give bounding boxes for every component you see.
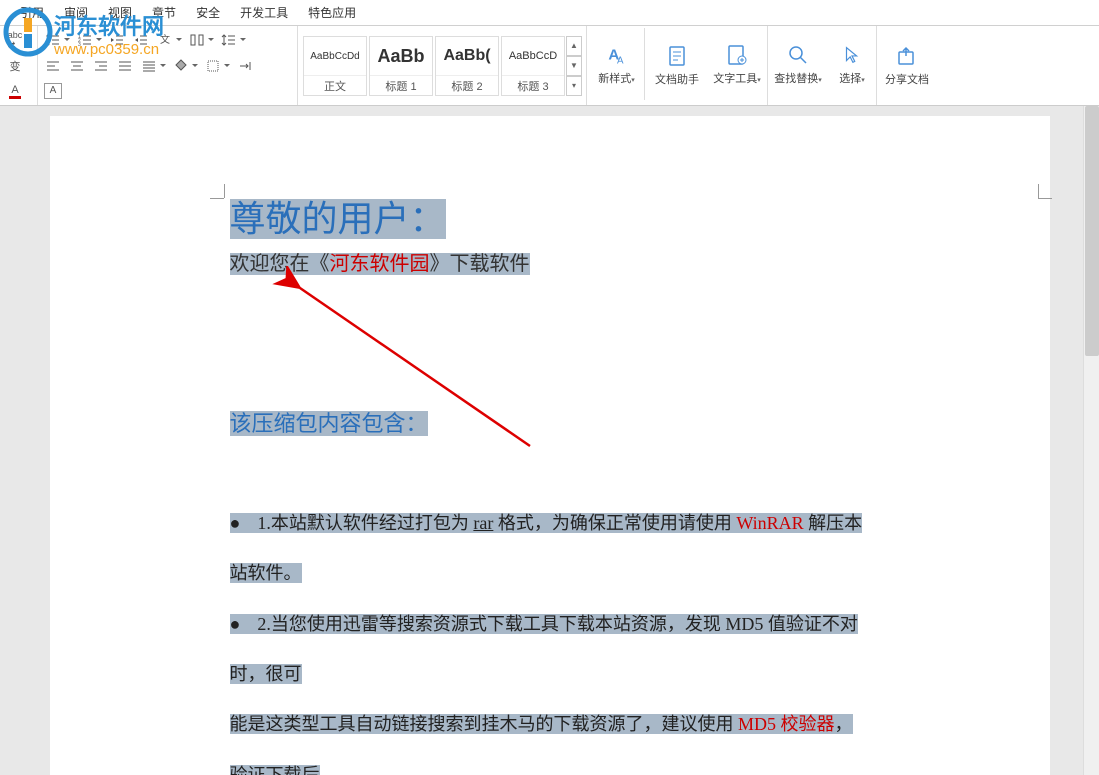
item-2-line1[interactable]: ● 2.当您使用迅雷等搜索资源式下载工具下载本站资源，发现 MD5 值验证不对时…	[230, 599, 870, 700]
new-style-icon: AA	[603, 41, 631, 69]
doc-helper-icon	[663, 42, 691, 70]
align-left-button[interactable]	[42, 55, 64, 77]
ribbon-group-replace: abc⇄ 变 A	[0, 26, 38, 105]
align-center-button[interactable]	[66, 55, 88, 77]
ribbon: abc⇄ 变 A 123 文 A	[0, 26, 1099, 106]
menu-security[interactable]: 安全	[196, 4, 220, 21]
share-icon	[893, 42, 921, 70]
align-right-button[interactable]	[90, 55, 112, 77]
styles-down-button[interactable]: ▼	[566, 56, 582, 76]
share-button[interactable]: 分享文档	[879, 28, 935, 100]
menu-chapter[interactable]: 章节	[152, 4, 176, 21]
text-tools-icon	[723, 41, 751, 69]
margin-mark-tr	[1038, 188, 1058, 208]
menu-reference[interactable]: 引用	[20, 4, 44, 21]
margin-mark-tl	[210, 188, 230, 208]
scroll-thumb[interactable]	[1085, 106, 1099, 356]
style-heading3[interactable]: AaBbCcD 标题 3	[501, 36, 565, 96]
shading-button[interactable]	[170, 55, 192, 77]
char-border-button[interactable]: A	[42, 80, 64, 102]
doc-body[interactable]: ● 1.本站默认软件经过打包为 rar 格式，为确保正常使用请使用 WinRAR…	[230, 498, 870, 775]
doc-welcome[interactable]: 欢迎您在《河东软件园》下载软件	[230, 247, 870, 276]
style-normal[interactable]: AaBbCcDd 正文	[303, 36, 367, 96]
annotation-arrow	[260, 266, 560, 486]
borders-button[interactable]	[202, 55, 224, 77]
decrease-indent-button[interactable]	[106, 29, 128, 51]
text-direction-button[interactable]: 文	[154, 29, 176, 51]
item-1[interactable]: ● 1.本站默认软件经过打包为 rar 格式，为确保正常使用请使用 WinRAR…	[230, 498, 870, 599]
ribbon-group-paragraph: 123 文 A	[38, 26, 298, 105]
doc-title[interactable]: 尊敬的用户：	[230, 196, 870, 243]
new-style-button[interactable]: AA 新样式▾	[589, 28, 645, 100]
page[interactable]: 尊敬的用户： 欢迎您在《河东软件园》下载软件 该压缩包内容包含： ● 1.本站默…	[50, 116, 1050, 775]
tabs-button[interactable]	[234, 55, 256, 77]
menu-review[interactable]: 审阅	[64, 4, 88, 21]
svg-text:文: 文	[160, 33, 170, 46]
line-spacing-button[interactable]	[218, 29, 240, 51]
select-button[interactable]: 选择▾	[830, 28, 874, 100]
style-heading1[interactable]: AaBb 标题 1	[369, 36, 433, 96]
replace-abc-button[interactable]: abc⇄	[4, 29, 26, 51]
svg-text:3: 3	[78, 42, 81, 48]
svg-text:A: A	[617, 56, 624, 67]
menu-special[interactable]: 特色应用	[308, 4, 356, 21]
menu-bar: 引用 审阅 视图 章节 安全 开发工具 特色应用	[0, 0, 1099, 26]
style-heading2[interactable]: AaBb( 标题 2	[435, 36, 499, 96]
cursor-icon	[838, 41, 866, 69]
doc-helper-button[interactable]: 文档助手	[649, 28, 705, 100]
numbering-button[interactable]: 123	[74, 29, 96, 51]
styles-up-button[interactable]: ▲	[566, 36, 582, 56]
item-2-line2[interactable]: 能是这类型工具自动链接搜索到挂木马的下载资源了，建议使用 MD5 校验器，验证下…	[230, 699, 870, 775]
styles-nav: ▲ ▼ ▾	[566, 36, 582, 96]
vertical-scrollbar[interactable]	[1083, 106, 1099, 775]
find-replace-button[interactable]: 查找替换▾	[770, 28, 826, 100]
menu-devtools[interactable]: 开发工具	[240, 4, 288, 21]
replace-case-button[interactable]: 变	[4, 55, 26, 77]
font-color-button[interactable]: A	[4, 80, 26, 102]
bullets-button[interactable]	[42, 29, 64, 51]
increase-indent-button[interactable]	[130, 29, 152, 51]
align-distribute-button[interactable]	[186, 29, 208, 51]
text-tools-button[interactable]: 文字工具▾	[709, 28, 765, 100]
align-distributed-button[interactable]	[138, 55, 160, 77]
align-justify-button[interactable]	[114, 55, 136, 77]
menu-view[interactable]: 视图	[108, 4, 132, 21]
doc-subtitle[interactable]: 该压缩包内容包含：	[230, 406, 870, 438]
styles-more-button[interactable]: ▾	[566, 76, 582, 96]
document-viewport[interactable]: 尊敬的用户： 欢迎您在《河东软件园》下载软件 该压缩包内容包含： ● 1.本站默…	[0, 106, 1099, 775]
search-icon	[784, 41, 812, 69]
styles-gallery: AaBbCcDd 正文 AaBb 标题 1 AaBb( 标题 2 AaBbCcD…	[298, 26, 587, 105]
